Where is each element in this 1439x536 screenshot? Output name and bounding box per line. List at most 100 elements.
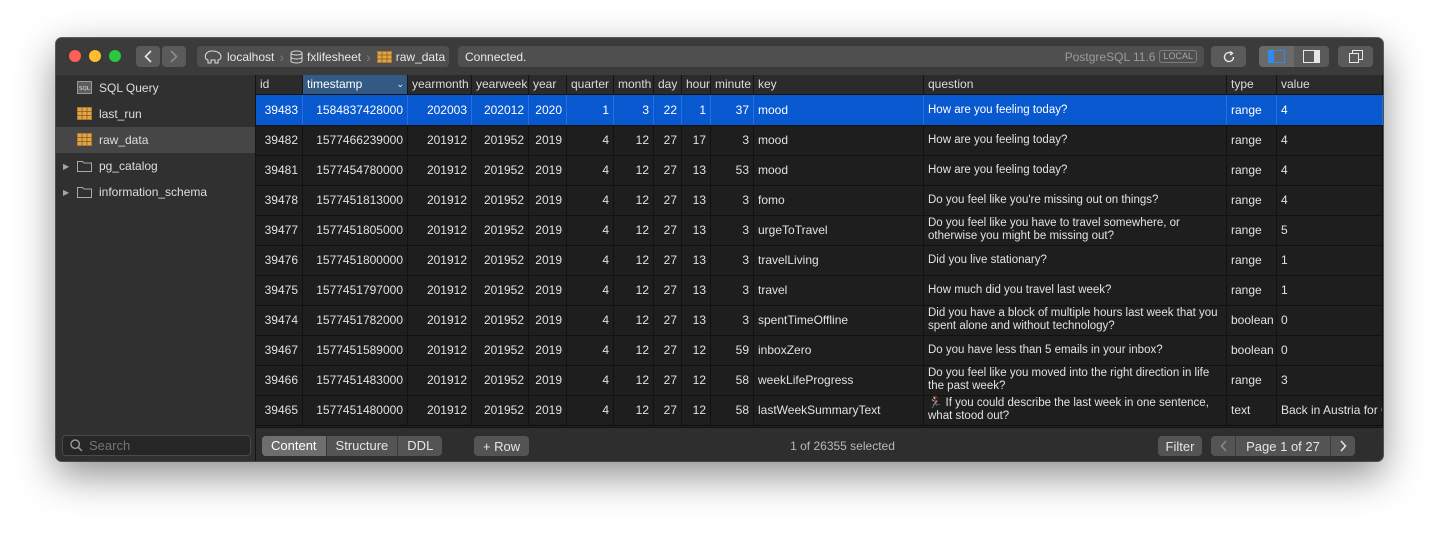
cell-timestamp[interactable]: 1577454780000 (303, 155, 408, 185)
cell-question[interactable]: Do you feel like you moved into the righ… (924, 365, 1227, 395)
column-header-yearweek[interactable]: yearweek (472, 75, 529, 94)
column-header-id[interactable]: id (256, 75, 303, 94)
cell-minute[interactable]: 3 (711, 215, 754, 245)
cell-yearmonth[interactable]: 201912 (408, 155, 472, 185)
cell-type[interactable]: range (1227, 155, 1277, 185)
cell-key[interactable]: mood (754, 155, 924, 185)
cell-yearweek[interactable]: 201952 (472, 185, 529, 215)
cell-yearweek[interactable]: 201952 (472, 395, 529, 425)
forward-button[interactable] (162, 46, 186, 67)
disclosure-triangle-icon[interactable]: ▶ (63, 188, 69, 197)
cell-key[interactable]: weekLifeProgress (754, 365, 924, 395)
cell-hour[interactable]: 12 (682, 395, 711, 425)
cell-minute[interactable]: 3 (711, 185, 754, 215)
cell-question[interactable]: How are you feeling today? (924, 155, 1227, 185)
toggle-inspector-button[interactable] (1294, 46, 1329, 67)
cell-day[interactable]: 27 (654, 185, 682, 215)
cell-yearmonth[interactable]: 201912 (408, 275, 472, 305)
cell-yearweek[interactable]: 201952 (472, 275, 529, 305)
cell-day[interactable]: 27 (654, 275, 682, 305)
column-header-value[interactable]: value (1277, 75, 1383, 94)
cell-timestamp[interactable]: 1577466239000 (303, 125, 408, 155)
sidebar-item-raw-data[interactable]: raw_data (56, 127, 255, 153)
cell-yearmonth[interactable]: 201912 (408, 185, 472, 215)
cell-question[interactable]: How are you feeling today? (924, 125, 1227, 155)
cell-minute[interactable]: 3 (711, 245, 754, 275)
cell-day[interactable]: 27 (654, 395, 682, 425)
column-header-timestamp[interactable]: timestamp ⌄ (303, 75, 408, 94)
column-header-hour[interactable]: hour (682, 75, 711, 94)
cell-timestamp[interactable]: 1584837428000 (303, 95, 408, 125)
cell-minute[interactable]: 3 (711, 125, 754, 155)
table-row[interactable]: 39474 1577451782000 201912 201952 2019 4 12 27 1… (256, 305, 1383, 336)
cell-value[interactable]: 0 (1277, 305, 1383, 335)
cell-day[interactable]: 27 (654, 335, 682, 365)
cell-question[interactable]: Do you feel like you're missing out on t… (924, 185, 1227, 215)
breadcrumb-table[interactable]: raw_data (371, 46, 450, 67)
cell-quarter[interactable]: 4 (567, 395, 614, 425)
table-row[interactable]: 39476 1577451800000 201912 201952 2019 4 12 27 1… (256, 245, 1383, 276)
cell-minute[interactable]: 58 (711, 365, 754, 395)
cell-timestamp[interactable]: 1577451589000 (303, 335, 408, 365)
column-header-type[interactable]: type (1227, 75, 1277, 94)
cell-hour[interactable]: 13 (682, 245, 711, 275)
cell-id[interactable]: 39476 (256, 245, 303, 275)
new-window-button[interactable] (1338, 46, 1373, 67)
back-button[interactable] (136, 46, 160, 67)
cell-value[interactable]: 3 (1277, 365, 1383, 395)
cell-year[interactable]: 2019 (529, 245, 567, 275)
cell-yearmonth[interactable]: 201912 (408, 335, 472, 365)
table-row[interactable]: 39475 1577451797000 201912 201952 2019 4 12 27 1… (256, 275, 1383, 306)
cell-id[interactable]: 39477 (256, 215, 303, 245)
cell-year[interactable]: 2020 (529, 95, 567, 125)
table-row[interactable]: 39478 1577451813000 201912 201952 2019 4 12 27 1… (256, 185, 1383, 216)
cell-hour[interactable]: 13 (682, 215, 711, 245)
cell-id[interactable]: 39466 (256, 365, 303, 395)
filter-button[interactable]: Filter (1158, 436, 1202, 456)
sidebar-item-last-run[interactable]: last_run (56, 101, 255, 127)
cell-quarter[interactable]: 4 (567, 215, 614, 245)
cell-yearweek[interactable]: 201952 (472, 365, 529, 395)
cell-id[interactable]: 39467 (256, 335, 303, 365)
cell-year[interactable]: 2019 (529, 215, 567, 245)
cell-question[interactable]: Did you have a block of multiple hours l… (924, 305, 1227, 335)
table-row[interactable]: 39466 1577451483000 201912 201952 2019 4 12 27 1… (256, 365, 1383, 396)
cell-yearmonth[interactable]: 202003 (408, 95, 472, 125)
cell-year[interactable]: 2019 (529, 275, 567, 305)
cell-question[interactable]: How are you feeling today? (924, 95, 1227, 125)
cell-value[interactable]: Back in Austria for C (1277, 395, 1383, 425)
column-header-quarter[interactable]: quarter (567, 75, 614, 94)
cell-year[interactable]: 2019 (529, 305, 567, 335)
cell-day[interactable]: 22 (654, 95, 682, 125)
cell-yearweek[interactable]: 202012 (472, 95, 529, 125)
cell-type[interactable]: range (1227, 125, 1277, 155)
cell-day[interactable]: 27 (654, 215, 682, 245)
cell-minute[interactable]: 37 (711, 95, 754, 125)
cell-day[interactable]: 27 (654, 245, 682, 275)
cell-yearweek[interactable]: 201952 (472, 305, 529, 335)
table-row[interactable]: 39477 1577451805000 201912 201952 2019 4 12 27 1… (256, 215, 1383, 246)
cell-minute[interactable]: 59 (711, 335, 754, 365)
cell-question[interactable]: Did you live stationary? (924, 245, 1227, 275)
cell-quarter[interactable]: 1 (567, 95, 614, 125)
cell-timestamp[interactable]: 1577451805000 (303, 215, 408, 245)
cell-minute[interactable]: 3 (711, 305, 754, 335)
sidebar-item-pg-catalog[interactable]: ▶ pg_catalog (56, 153, 255, 179)
cell-value[interactable]: 4 (1277, 155, 1383, 185)
cell-key[interactable]: lastWeekSummaryText (754, 395, 924, 425)
cell-value[interactable]: 4 (1277, 95, 1383, 125)
cell-value[interactable]: 1 (1277, 275, 1383, 305)
cell-type[interactable]: boolean (1227, 335, 1277, 365)
cell-value[interactable]: 5 (1277, 215, 1383, 245)
cell-type[interactable]: range (1227, 275, 1277, 305)
cell-yearweek[interactable]: 201952 (472, 335, 529, 365)
cell-value[interactable]: 4 (1277, 185, 1383, 215)
cell-month[interactable]: 12 (614, 125, 654, 155)
page-indicator[interactable]: Page 1 of 27 (1236, 439, 1330, 454)
cell-hour[interactable]: 13 (682, 155, 711, 185)
cell-month[interactable]: 12 (614, 245, 654, 275)
cell-yearmonth[interactable]: 201912 (408, 125, 472, 155)
cell-yearmonth[interactable]: 201912 (408, 305, 472, 335)
cell-key[interactable]: inboxZero (754, 335, 924, 365)
cell-id[interactable]: 39474 (256, 305, 303, 335)
